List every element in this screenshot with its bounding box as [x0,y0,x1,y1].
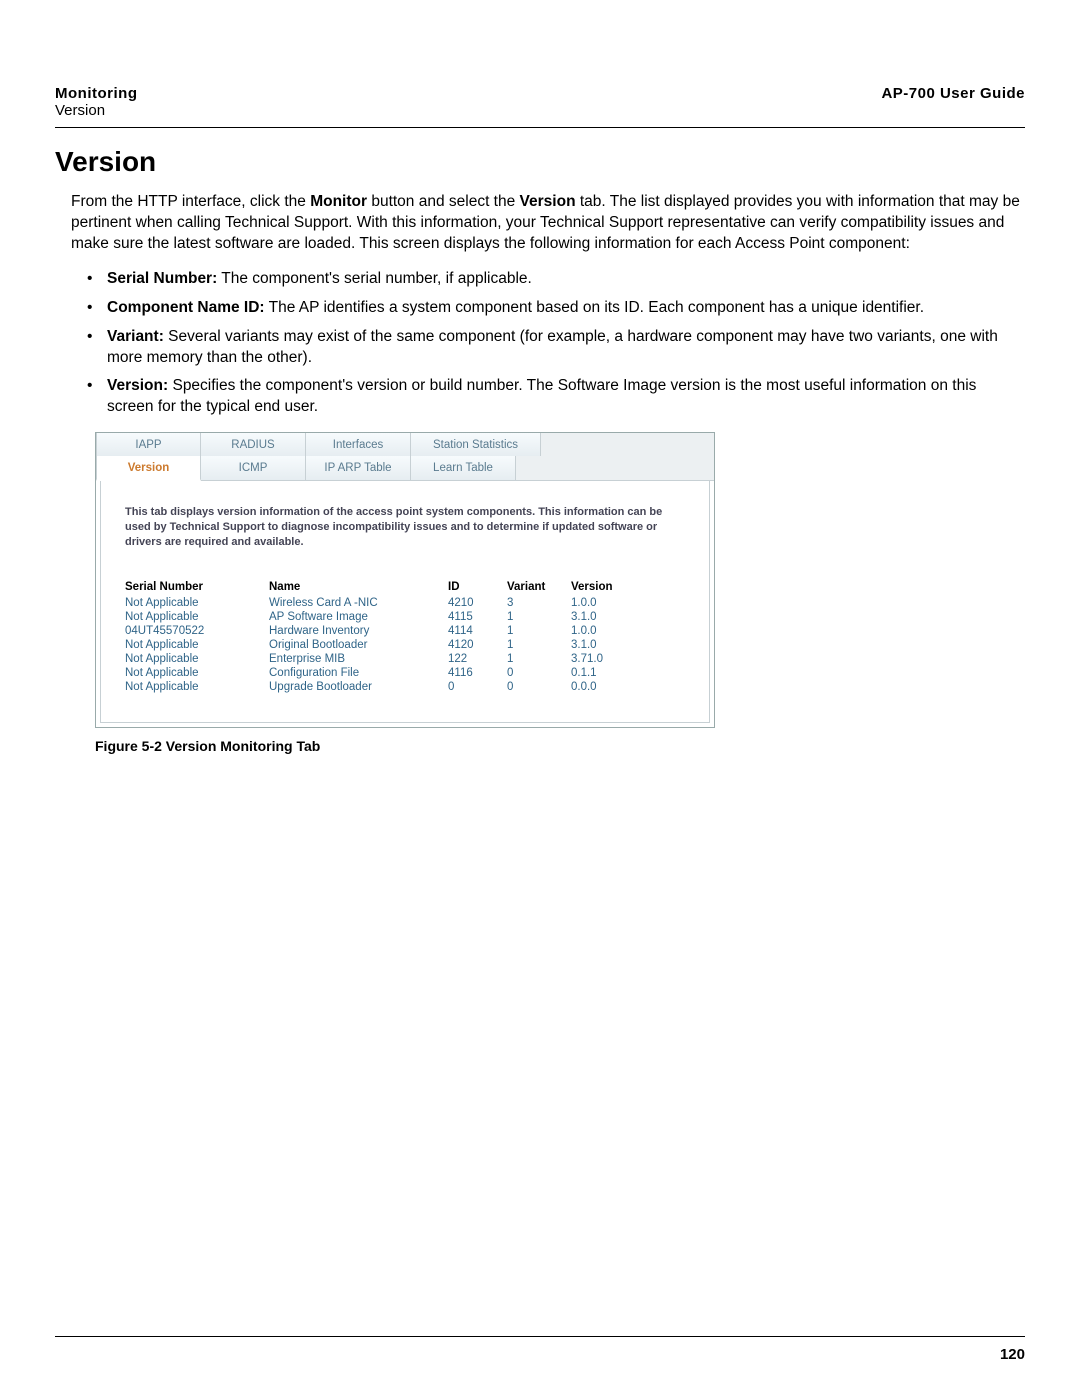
section-title: Version [55,146,1025,178]
tab-ip-arp-table[interactable]: IP ARP Table [306,456,411,480]
panel-description: This tab displays version information of… [125,505,685,550]
cell-version: 1.0.0 [571,625,636,637]
header-divider [55,127,1025,128]
col-id: ID [448,581,503,593]
cell-version: 0.0.0 [571,681,636,693]
cell-serial: 04UT45570522 [125,625,265,637]
tab-panel: This tab displays version information of… [100,481,710,723]
intro-text: button and select the [367,193,520,210]
col-name: Name [269,581,444,593]
cell-variant: 3 [507,597,567,609]
cell-serial: Not Applicable [125,681,265,693]
bullet-label: Version: [107,377,168,394]
bullet-list: Serial Number: The component's serial nu… [87,269,1025,419]
cell-id: 4115 [448,611,503,623]
bullet-item: Component Name ID: The AP identifies a s… [87,298,1025,319]
monitor-window: IAPP RADIUS Interfaces Station Statistic… [95,432,715,728]
cell-name: Original Bootloader [269,639,444,651]
table-row: Not Applicable Original Bootloader 4120 … [125,638,685,652]
bullet-label: Variant: [107,328,164,345]
table-row: Not Applicable Wireless Card A -NIC 4210… [125,596,685,610]
header-guide: AP-700 User Guide [881,85,1025,102]
table-row: Not Applicable Configuration File 4116 0… [125,666,685,680]
cell-id: 4210 [448,597,503,609]
intro-bold-monitor: Monitor [310,193,367,210]
intro-paragraph: From the HTTP interface, click the Monit… [71,192,1025,255]
intro-bold-version: Version [520,193,576,210]
cell-variant: 1 [507,611,567,623]
table-row: Not Applicable Upgrade Bootloader 0 0 0.… [125,680,685,694]
bullet-text: Specifies the component's version or bui… [107,377,976,415]
table-row: 04UT45570522 Hardware Inventory 4114 1 1… [125,624,685,638]
cell-variant: 1 [507,653,567,665]
figure-screenshot: IAPP RADIUS Interfaces Station Statistic… [95,432,1025,728]
col-serial: Serial Number [125,581,265,593]
cell-name: Upgrade Bootloader [269,681,444,693]
cell-id: 4116 [448,667,503,679]
tab-icmp[interactable]: ICMP [201,456,306,480]
cell-id: 4114 [448,625,503,637]
cell-variant: 0 [507,667,567,679]
cell-version: 3.71.0 [571,653,636,665]
tab-iapp[interactable]: IAPP [96,433,201,456]
footer-divider [55,1336,1025,1337]
table-header-row: Serial Number Name ID Variant Version [125,580,685,594]
intro-text: From the HTTP interface, click the [71,193,310,210]
page-header: Monitoring Version AP-700 User Guide [55,85,1025,119]
bullet-label: Serial Number: [107,270,217,287]
table-row: Not Applicable AP Software Image 4115 1 … [125,610,685,624]
cell-version: 3.1.0 [571,639,636,651]
cell-name: Hardware Inventory [269,625,444,637]
cell-id: 4120 [448,639,503,651]
cell-serial: Not Applicable [125,597,265,609]
version-table: Serial Number Name ID Variant Version No… [125,580,685,694]
table-row: Not Applicable Enterprise MIB 122 1 3.71… [125,652,685,666]
cell-version: 3.1.0 [571,611,636,623]
bullet-text: The AP identifies a system component bas… [265,299,924,316]
figure-caption: Figure 5-2 Version Monitoring Tab [95,738,1025,754]
cell-variant: 0 [507,681,567,693]
bullet-item: Variant: Several variants may exist of t… [87,327,1025,369]
col-variant: Variant [507,581,567,593]
cell-serial: Not Applicable [125,639,265,651]
cell-serial: Not Applicable [125,667,265,679]
cell-name: Wireless Card A -NIC [269,597,444,609]
bullet-item: Serial Number: The component's serial nu… [87,269,1025,290]
bullet-text: The component's serial number, if applic… [217,270,532,287]
cell-name: AP Software Image [269,611,444,623]
header-left: Monitoring Version [55,85,137,119]
cell-name: Enterprise MIB [269,653,444,665]
bullet-text: Several variants may exist of the same c… [107,328,998,366]
tab-learn-table[interactable]: Learn Table [411,456,516,480]
tab-radius[interactable]: RADIUS [201,433,306,456]
cell-version: 0.1.1 [571,667,636,679]
tab-row-top: IAPP RADIUS Interfaces Station Statistic… [96,433,714,456]
tab-station-statistics[interactable]: Station Statistics [411,433,541,456]
bullet-item: Version: Specifies the component's versi… [87,376,1025,418]
col-version: Version [571,581,636,593]
bullet-label: Component Name ID: [107,299,265,316]
cell-serial: Not Applicable [125,611,265,623]
tab-row-bottom: Version ICMP IP ARP Table Learn Table [96,456,714,481]
cell-variant: 1 [507,639,567,651]
cell-variant: 1 [507,625,567,637]
cell-serial: Not Applicable [125,653,265,665]
header-section: Monitoring [55,85,137,102]
cell-id: 0 [448,681,503,693]
tab-version[interactable]: Version [96,456,201,481]
cell-id: 122 [448,653,503,665]
header-subsection: Version [55,102,137,119]
cell-name: Configuration File [269,667,444,679]
cell-version: 1.0.0 [571,597,636,609]
page-number: 120 [1000,1346,1025,1363]
tab-interfaces[interactable]: Interfaces [306,433,411,456]
